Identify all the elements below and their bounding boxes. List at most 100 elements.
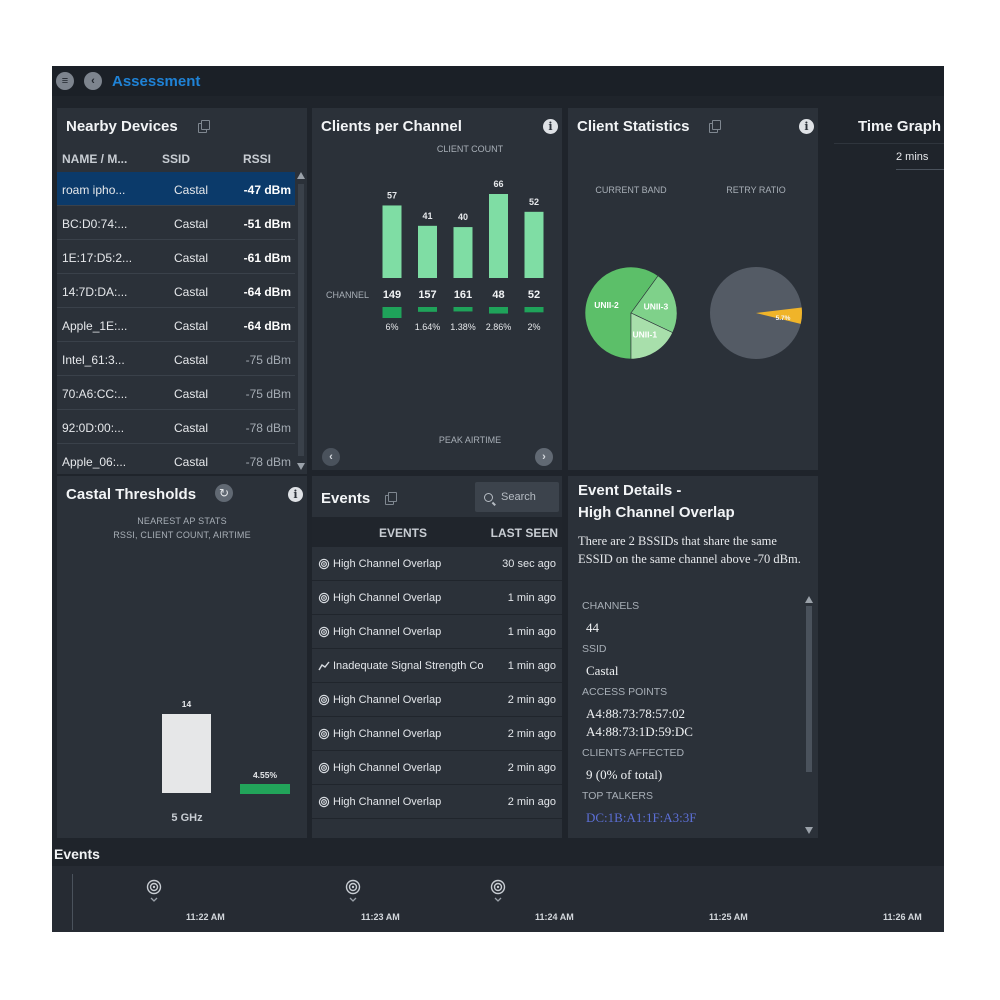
airtime-bar[interactable] xyxy=(453,307,473,312)
event-last-seen: 2 min ago xyxy=(507,796,556,808)
back-button[interactable]: ‹ xyxy=(84,72,102,90)
device-rssi: -78 dBm xyxy=(245,421,291,435)
timeline-tick: 11:26 AM xyxy=(883,912,922,922)
event-row[interactable]: High Channel Overlap 2 min ago xyxy=(312,751,562,785)
search-placeholder: Search xyxy=(501,491,536,503)
airtime-bar[interactable] xyxy=(524,307,544,313)
top-talker-link[interactable]: DC:1B:A1:1F:A3:3F xyxy=(586,810,697,826)
scroll-down-icon[interactable] xyxy=(805,827,813,834)
device-row[interactable]: Apple_06:... Castal -78 dBm xyxy=(57,444,295,474)
event-row[interactable]: Inadequate Signal Strength Co 1 min ago xyxy=(312,649,562,683)
details-scrollbar[interactable] xyxy=(805,596,813,836)
client-count-bar[interactable] xyxy=(162,714,211,793)
clients-per-channel-panel: Clients per Channel i CLIENT COUNT CHANN… xyxy=(312,108,562,470)
channel-bar[interactable] xyxy=(418,225,437,278)
wifi-icon xyxy=(318,592,330,604)
scroll-down-icon[interactable] xyxy=(297,463,305,470)
events-title: Events xyxy=(321,490,371,507)
device-ssid: Castal xyxy=(174,421,209,435)
top-talkers-label: TOP TALKERS xyxy=(582,790,654,802)
channels-value: 44 xyxy=(586,620,599,635)
nearby-devices-panel: Nearby Devices NAME / M... SSID RSSI roa… xyxy=(57,108,307,474)
nearby-devices-title: Nearby Devices xyxy=(66,118,178,135)
scroll-track[interactable] xyxy=(298,184,304,456)
device-row[interactable]: 70:A6:CC:... Castal -75 dBm xyxy=(57,376,295,410)
menu-icon[interactable]: ≡ xyxy=(56,72,74,90)
copy-icon[interactable] xyxy=(385,492,397,505)
device-row[interactable]: Intel_61:3... Castal -75 dBm xyxy=(57,342,295,376)
airtime-bar[interactable] xyxy=(489,307,508,314)
band-slice-label: UNII-1 xyxy=(633,330,658,340)
col-name[interactable]: NAME / M... xyxy=(62,152,127,166)
scroll-up-icon[interactable] xyxy=(297,172,305,179)
airtime-value: 4.55% xyxy=(253,770,278,780)
device-row[interactable]: BC:D0:74:... Castal -51 dBm xyxy=(57,206,295,240)
event-last-seen: 2 min ago xyxy=(507,694,556,706)
thresholds-chart: 14 4.55% 5 GHz xyxy=(162,699,290,824)
access-point-1: A4:88:73:78:57:02 xyxy=(586,706,685,721)
device-ssid: Castal xyxy=(174,285,209,299)
event-marker[interactable] xyxy=(145,878,163,904)
channel-bar[interactable] xyxy=(453,227,473,278)
time-graph-panel: Time Graph 2 mins xyxy=(834,108,944,848)
airtime-bar[interactable] xyxy=(418,307,437,312)
event-marker[interactable] xyxy=(489,878,507,904)
device-rssi: -64 dBm xyxy=(243,319,291,333)
events-panel: Events Search EVENTS LAST SEEN High Chan… xyxy=(312,476,562,838)
airtime-value: 2% xyxy=(527,322,540,332)
channel-bar[interactable] xyxy=(489,194,508,278)
event-row[interactable]: High Channel Overlap 2 min ago xyxy=(312,785,562,819)
event-row[interactable]: High Channel Overlap 1 min ago xyxy=(312,615,562,649)
event-marker[interactable] xyxy=(344,878,362,904)
device-row[interactable]: 92:0D:00:... Castal -78 dBm xyxy=(57,410,295,444)
device-row[interactable]: 1E:17:D5:2... Castal -61 dBm xyxy=(57,240,295,274)
channel-bar[interactable] xyxy=(524,211,544,278)
airtime-value: 1.38% xyxy=(450,322,476,332)
channel-bar[interactable] xyxy=(382,205,402,278)
clients-per-channel-chart: CLIENT COUNT CHANNEL PEAK AIRTIME 57 149 6… xyxy=(326,144,544,445)
time-graph-title: Time Graph xyxy=(858,118,942,135)
cpc-marks: 57 149 6% 41 157 1.64% 40 161 1.38% 66 48 2.86% 52 52… xyxy=(382,179,544,332)
retry-value-label: 5.7% xyxy=(776,315,791,322)
wifi-icon xyxy=(318,694,330,706)
wifi-icon xyxy=(318,762,330,774)
event-name: Inadequate Signal Strength Co xyxy=(333,660,484,672)
event-row[interactable]: High Channel Overlap 30 sec ago xyxy=(312,547,562,581)
device-name: Apple_06:... xyxy=(62,455,127,469)
search-icon xyxy=(484,492,493,502)
event-row[interactable]: High Channel Overlap 2 min ago xyxy=(312,683,562,717)
device-ssid: Castal xyxy=(174,455,209,469)
wifi-icon xyxy=(318,558,330,570)
event-row[interactable]: High Channel Overlap 1 min ago xyxy=(312,581,562,615)
scroll-track[interactable] xyxy=(806,606,812,772)
events-search-box[interactable]: Search xyxy=(475,482,559,512)
th-marks: 14 4.55% xyxy=(162,699,290,794)
current-band-label: CURRENT BAND xyxy=(595,185,667,195)
col-ssid[interactable]: SSID xyxy=(162,152,190,166)
event-description: There are 2 BSSIDs that share the same E… xyxy=(578,534,801,566)
col-events[interactable]: EVENTS xyxy=(379,526,427,540)
airtime-bar[interactable] xyxy=(240,784,290,794)
timeline-axis xyxy=(72,874,73,930)
col-last-seen[interactable]: LAST SEEN xyxy=(491,526,558,540)
col-rssi[interactable]: RSSI xyxy=(243,152,271,166)
time-range-selector[interactable]: 2 mins xyxy=(896,151,928,163)
device-row[interactable]: 14:7D:DA:... Castal -64 dBm xyxy=(57,274,295,308)
chart-next-button[interactable]: › xyxy=(535,448,553,466)
scroll-up-icon[interactable] xyxy=(805,596,813,603)
airtime-bar[interactable] xyxy=(382,307,402,318)
copy-icon[interactable] xyxy=(198,120,210,133)
chart-prev-button[interactable]: ‹ xyxy=(322,448,340,466)
peak-airtime-label: PEAK AIRTIME xyxy=(439,435,501,445)
device-ssid: Castal xyxy=(174,319,209,333)
nearby-scrollbar[interactable] xyxy=(297,172,305,472)
event-row[interactable]: High Channel Overlap 2 min ago xyxy=(312,717,562,751)
client-count-value: 14 xyxy=(182,699,192,709)
timeline-title: Events xyxy=(54,846,100,862)
time-range-underline xyxy=(896,169,944,170)
device-rssi: -75 dBm xyxy=(245,387,291,401)
airtime-value: 6% xyxy=(385,322,398,332)
event-last-seen: 30 sec ago xyxy=(502,558,556,570)
device-row[interactable]: Apple_1E:... Castal -64 dBm xyxy=(57,308,295,342)
device-row[interactable]: roam ipho... Castal -47 dBm xyxy=(57,172,295,206)
